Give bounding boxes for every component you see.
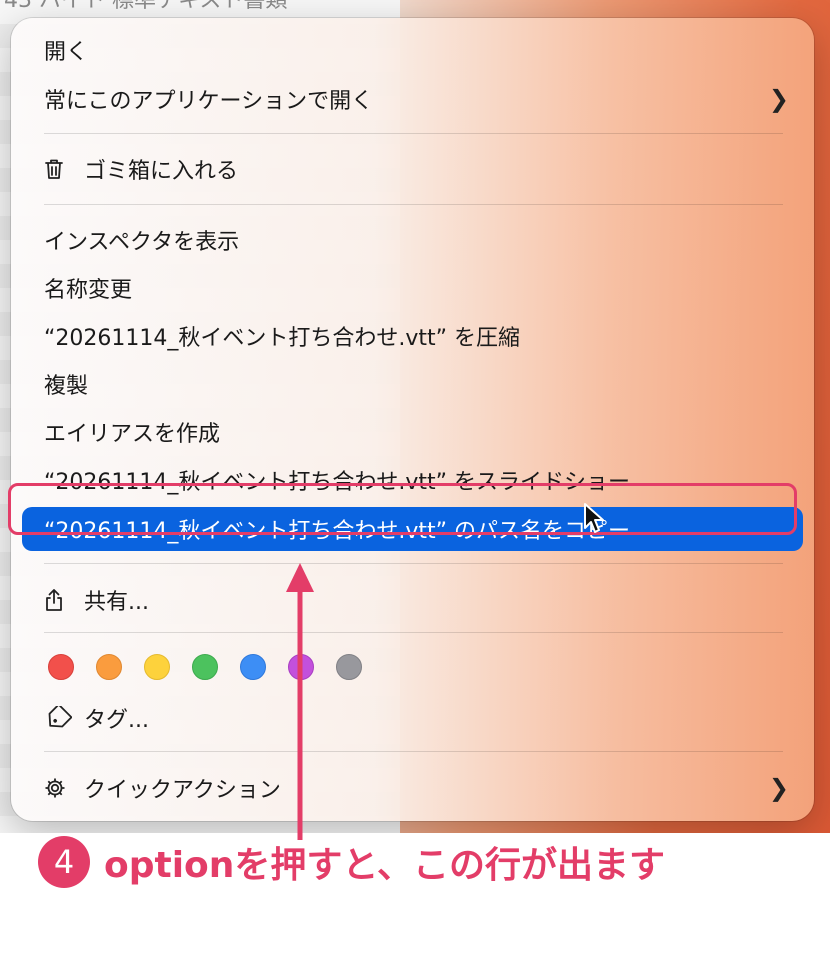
annotation-callout: 4 optionを押すと、この行が出ます (38, 836, 665, 888)
annotation-caption: optionを押すと、この行が出ます (104, 845, 665, 886)
annotation-arrow (286, 563, 314, 840)
step-number-badge: 4 (38, 836, 90, 888)
